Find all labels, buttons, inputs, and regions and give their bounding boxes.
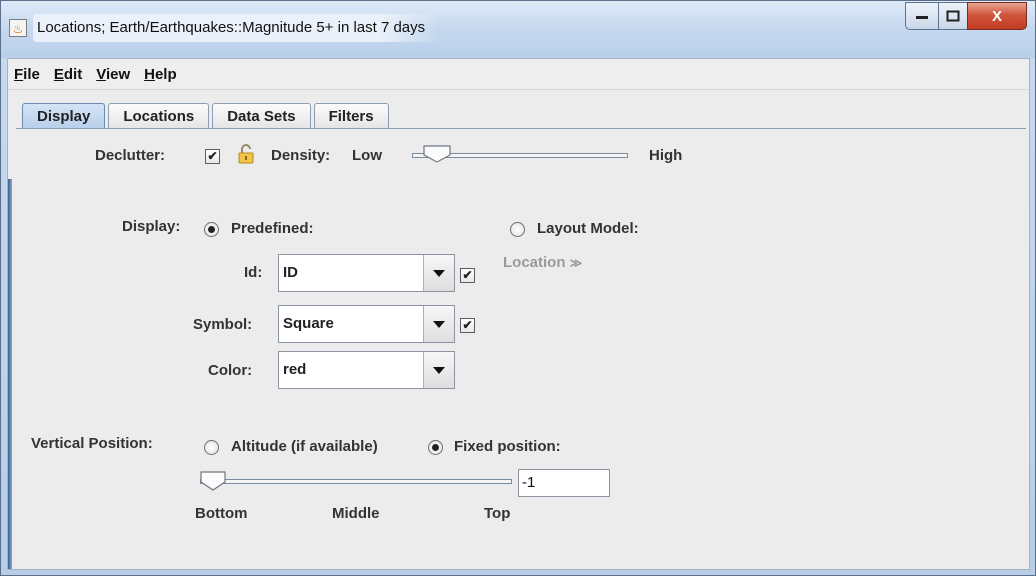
altitude-radio[interactable]	[204, 440, 219, 455]
menu-help[interactable]: Help	[144, 66, 177, 83]
menu-view[interactable]: View	[96, 66, 130, 83]
layout-model-radio[interactable]	[510, 222, 525, 237]
predefined-radio[interactable]	[204, 222, 219, 237]
fixed-position-label: Fixed position:	[454, 438, 561, 455]
display-label: Display:	[122, 218, 181, 235]
lock-icon[interactable]	[238, 144, 254, 164]
vertical-slider-track[interactable]	[200, 479, 512, 484]
minimize-button[interactable]	[905, 2, 939, 30]
menu-file[interactable]: File	[14, 66, 40, 83]
tab-strip: Display Locations Data Sets Filters	[22, 103, 392, 129]
color-combobox[interactable]: red	[278, 351, 455, 389]
chevron-down-icon	[433, 366, 445, 374]
chevron-down-icon	[433, 320, 445, 328]
java-app-icon: ♨	[9, 19, 27, 37]
vertical-slider-thumb[interactable]	[200, 471, 226, 491]
window-frame: ♨ Locations; Earth/Earthquakes::Magnitud…	[0, 0, 1036, 576]
density-label: Density:	[271, 147, 331, 164]
maximize-button[interactable]	[938, 2, 968, 30]
tab-locations[interactable]: Locations	[108, 103, 210, 129]
menu-edit[interactable]: Edit	[54, 66, 82, 83]
window-title: Locations; Earth/Earthquakes::Magnitude …	[33, 14, 440, 42]
density-slider-thumb[interactable]	[423, 145, 451, 163]
menu-bar: File Edit View Help	[8, 59, 1029, 90]
id-checkbox[interactable]: ✔	[460, 268, 475, 283]
fixed-position-radio[interactable]	[428, 440, 443, 455]
vertical-position-label: Vertical Position:	[31, 435, 153, 452]
title-bar[interactable]: ♨ Locations; Earth/Earthquakes::Magnitud…	[1, 1, 1035, 58]
symbol-combobox[interactable]: Square	[278, 305, 455, 343]
top-label: Top	[484, 505, 511, 522]
color-combobox-value: red	[283, 361, 307, 378]
id-combobox-value: ID	[283, 264, 298, 281]
tab-data-sets[interactable]: Data Sets	[212, 103, 311, 129]
id-combobox-button[interactable]	[423, 255, 454, 291]
symbol-checkbox[interactable]: ✔	[460, 318, 475, 333]
symbol-combobox-value: Square	[283, 315, 334, 332]
predefined-label: Predefined:	[231, 220, 314, 237]
declutter-label: Declutter:	[95, 147, 166, 164]
declutter-checkbox[interactable]: ✔	[205, 149, 220, 164]
tab-filters[interactable]: Filters	[313, 103, 389, 129]
window-edge-accent	[8, 179, 12, 569]
symbol-label: Symbol:	[193, 316, 253, 333]
layout-model-label: Layout Model:	[537, 220, 639, 237]
symbol-combobox-button[interactable]	[423, 306, 454, 342]
fixed-position-input[interactable]: -1	[518, 469, 610, 497]
bottom-label: Bottom	[195, 505, 248, 522]
id-combobox[interactable]: ID	[278, 254, 455, 292]
density-high-label: High	[649, 147, 683, 164]
middle-label: Middle	[332, 505, 380, 522]
maximize-icon	[946, 10, 960, 22]
chevron-down-icon	[433, 269, 445, 277]
client-area: File Edit View Help Display Locations Da…	[7, 58, 1030, 570]
layout-model-value[interactable]: Location ≫	[503, 254, 582, 271]
chevron-down-icon: ≫	[569, 256, 583, 270]
color-label: Color:	[208, 362, 253, 379]
tab-display[interactable]: Display	[22, 103, 106, 129]
tab-divider	[16, 128, 1026, 129]
density-low-label: Low	[352, 147, 382, 164]
minimize-icon	[916, 16, 928, 19]
id-label: Id:	[244, 264, 263, 281]
close-button[interactable]: X	[967, 2, 1027, 30]
altitude-label: Altitude (if available)	[231, 438, 378, 455]
close-icon: X	[991, 7, 1002, 25]
color-combobox-button[interactable]	[423, 352, 454, 388]
